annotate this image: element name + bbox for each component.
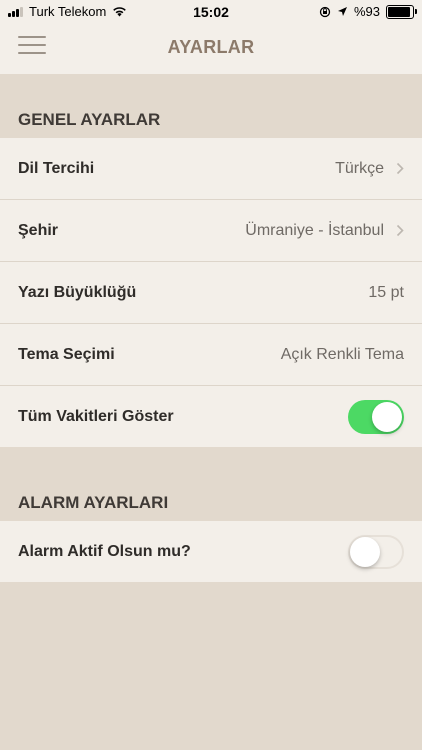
general-settings-list: Dil Tercihi Türkçe Şehir Ümraniye - İsta…: [0, 138, 422, 447]
row-label: Tüm Vakitleri Göster: [18, 408, 174, 425]
row-label: Tema Seçimi: [18, 346, 115, 363]
row-label: Alarm Aktif Olsun mu?: [18, 543, 191, 560]
row-alarm-active: Alarm Aktif Olsun mu?: [0, 521, 422, 582]
row-theme[interactable]: Tema Seçimi Açık Renkli Tema: [0, 324, 422, 386]
alarm-active-toggle[interactable]: [348, 535, 404, 569]
battery-fill: [388, 6, 411, 17]
battery-icon: [386, 4, 417, 19]
section-title-general: GENEL AYARLAR: [18, 110, 161, 129]
row-label: Yazı Büyüklüğü: [18, 284, 137, 301]
row-font-size[interactable]: Yazı Büyüklüğü 15 pt: [0, 262, 422, 324]
row-value: Açık Renkli Tema: [280, 346, 404, 363]
toggle-knob: [372, 402, 402, 432]
status-right: %93: [313, 4, 417, 19]
section-header-general: GENEL AYARLAR: [0, 74, 422, 138]
toggle-knob: [350, 537, 380, 567]
status-bar: Turk Telekom 15:02 %93: [0, 0, 422, 24]
alarm-settings-list: Alarm Aktif Olsun mu?: [0, 521, 422, 582]
location-arrow-icon: [337, 7, 347, 16]
row-language[interactable]: Dil Tercihi Türkçe: [0, 138, 422, 200]
row-value: Ümraniye - İstanbul: [245, 222, 384, 239]
row-city[interactable]: Şehir Ümraniye - İstanbul: [0, 200, 422, 262]
section-header-alarm: ALARM AYARLARI: [0, 445, 422, 521]
row-value: 15 pt: [368, 284, 404, 301]
row-value: Türkçe: [335, 160, 384, 177]
show-all-times-toggle[interactable]: [348, 400, 404, 434]
row-label: Şehir: [18, 222, 59, 239]
battery-percent: %93: [353, 4, 380, 19]
page-title: AYARLAR: [167, 37, 255, 57]
orientation-lock-icon: [319, 6, 331, 17]
chevron-right-icon: [396, 162, 404, 175]
nav-bar: AYARLAR: [0, 24, 422, 74]
row-label: Dil Tercihi: [18, 160, 95, 177]
section-title-alarm: ALARM AYARLARI: [18, 493, 169, 512]
chevron-right-icon: [396, 224, 404, 237]
row-show-all-times: Tüm Vakitleri Göster: [0, 386, 422, 447]
